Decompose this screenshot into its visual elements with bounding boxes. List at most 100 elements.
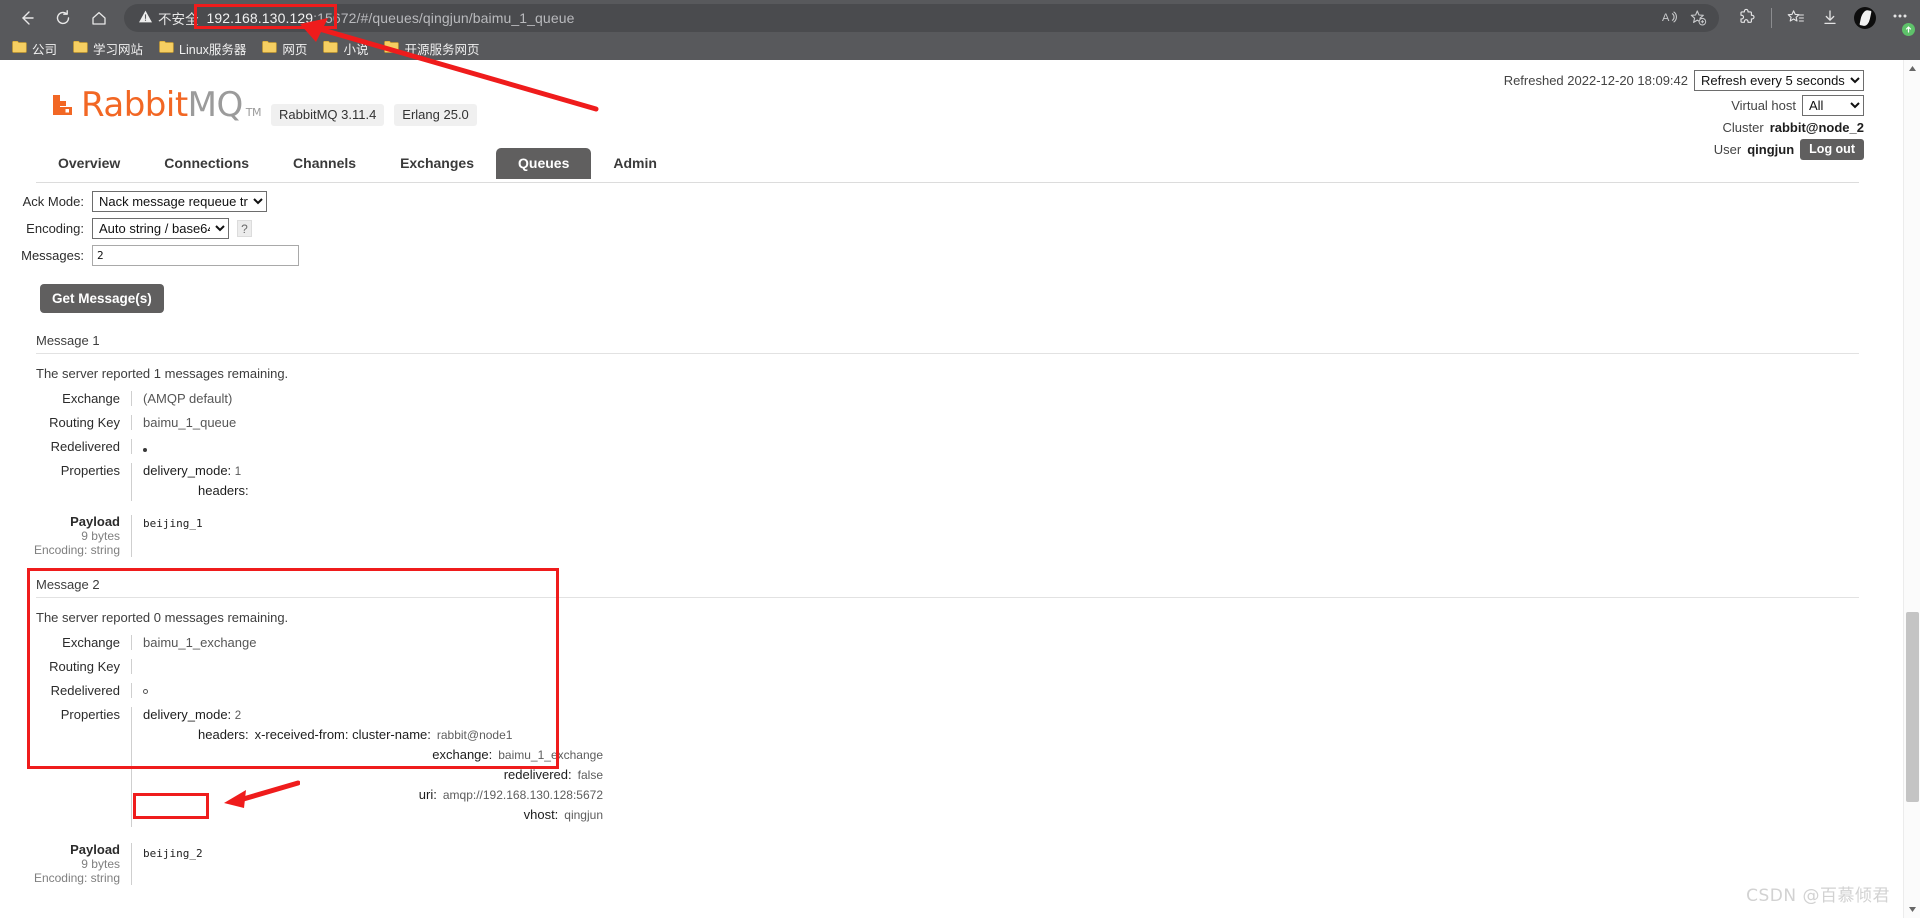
message-2-title: Message 2 — [36, 577, 100, 592]
vhost-select[interactable]: All — [1802, 95, 1864, 116]
bookmark-item[interactable]: 开源服务网页 — [384, 39, 479, 58]
messages-count-input[interactable] — [92, 245, 299, 266]
folder-icon — [384, 40, 400, 56]
table-row: Routing Key — [0, 659, 1885, 674]
routing-key-key: Routing Key — [49, 659, 120, 674]
scroll-up-button[interactable] — [1904, 60, 1920, 77]
browser-toolbar-actions — [1727, 6, 1915, 36]
read-aloud-icon[interactable]: A — [1661, 9, 1679, 27]
properties-key: Properties — [60, 463, 120, 478]
header-value: false — [577, 768, 603, 782]
bookmark-item[interactable]: 学习网站 — [73, 39, 143, 58]
refreshed-label: Refreshed 2022-12-20 18:09:42 — [1503, 73, 1688, 88]
message-1-payload: Payload 9 bytes Encoding: string beijing… — [0, 515, 1885, 557]
logo-tm-text: TM — [245, 106, 262, 119]
user-label: User — [1713, 142, 1742, 157]
exchange-key: Exchange — [62, 635, 120, 650]
delivery-mode-value: 1 — [234, 466, 242, 478]
home-button[interactable] — [82, 3, 116, 33]
reload-button[interactable] — [46, 3, 80, 33]
messages-count-row: Messages: — [0, 245, 1885, 266]
ack-mode-select[interactable]: Nack message requeue true — [92, 191, 267, 212]
app-logo-block: Rabbit MQ TM RabbitMQ 3.11.4 Erlang 25.0 — [53, 88, 477, 130]
bookmark-item[interactable]: 网页 — [262, 39, 307, 58]
headers-block: headers: x-received-from: cluster-name: … — [143, 727, 1885, 823]
rabbitmq-mark-icon — [53, 88, 79, 122]
payload-size: 9 bytes — [81, 857, 120, 871]
back-button[interactable] — [10, 3, 44, 33]
ack-mode-label: Ack Mode: — [22, 194, 84, 209]
tab-queues[interactable]: Queues — [496, 148, 592, 179]
back-arrow-icon — [18, 9, 36, 27]
message-block-1: Message 1 The server reported 1 messages… — [0, 333, 1885, 557]
extensions-puzzle-icon[interactable] — [1737, 8, 1757, 28]
page-scrollbar[interactable] — [1903, 60, 1920, 918]
rabbitmq-logo[interactable]: Rabbit MQ TM — [53, 88, 261, 130]
message-2-divider — [36, 597, 1859, 598]
tab-admin[interactable]: Admin — [591, 148, 679, 179]
downloads-icon[interactable] — [1820, 8, 1840, 28]
security-label: 不安全 — [158, 12, 199, 27]
home-icon — [90, 9, 108, 27]
add-favorite-star-icon[interactable] — [1689, 9, 1707, 27]
url-text[interactable]: 192.168.130.129:15672/#/queues/qingjun/b… — [207, 10, 575, 26]
folder-icon — [262, 40, 278, 56]
logout-button[interactable]: Log out — [1800, 139, 1864, 160]
payload-label: Payload — [70, 514, 120, 529]
redelivered-value — [131, 683, 1885, 698]
delivery-mode-label: delivery_mode: — [143, 463, 232, 478]
table-row: Exchange baimu_1_exchange — [0, 635, 1885, 650]
table-row: Properties delivery_mode: 1 headers: — [0, 463, 1885, 501]
messages-label: Messages: — [21, 248, 84, 263]
vhost-label: Virtual host — [1731, 98, 1796, 113]
tab-connections[interactable]: Connections — [142, 148, 271, 179]
payload-value: beijing_2 — [131, 843, 203, 885]
payload-encoding: Encoding: string — [33, 543, 120, 557]
svg-text:A: A — [1662, 12, 1670, 24]
header-value: baimu_1_exchange — [498, 748, 603, 762]
tab-exchanges[interactable]: Exchanges — [378, 148, 496, 179]
get-messages-button[interactable]: Get Message(s) — [40, 284, 164, 313]
header-key: vhost: — [523, 807, 559, 822]
payload-value: beijing_1 — [131, 515, 203, 557]
tab-overview[interactable]: Overview — [36, 148, 142, 179]
profile-avatar-icon[interactable] — [1854, 7, 1876, 29]
get-messages-form: Ack Mode: Nack message requeue true Enco… — [0, 191, 1885, 313]
table-row: Exchange (AMQP default) — [0, 391, 1885, 406]
header-value: rabbit@node1 — [436, 728, 513, 742]
header-status-panel: Refreshed 2022-12-20 18:09:42 Refresh ev… — [1504, 70, 1864, 164]
more-settings-button[interactable] — [1890, 6, 1915, 36]
user-row: User qingjun Log out — [1504, 139, 1864, 160]
folder-icon — [73, 40, 88, 56]
security-indicator[interactable]: 不安全 — [138, 8, 199, 28]
folder-icon — [323, 40, 339, 56]
header-key: uri: — [418, 787, 437, 802]
main-navigation-tabs: Overview Connections Channels Exchanges … — [36, 148, 679, 179]
encoding-help-icon[interactable]: ? — [237, 220, 252, 237]
watermark: CSDN @百慕倾君 — [1746, 886, 1890, 906]
warning-triangle-icon — [138, 9, 153, 27]
user-value: qingjun — [1747, 142, 1795, 157]
bookmark-item[interactable]: 公司 — [12, 39, 57, 58]
cluster-row: Cluster rabbit@node_2 — [1504, 120, 1865, 135]
page-content: Ack Mode: Nack message requeue true Enco… — [0, 182, 1885, 918]
toolbar-separator — [1771, 8, 1772, 28]
scrollbar-thumb[interactable] — [1906, 612, 1919, 802]
headers-row: headers: x-received-from: cluster-name: … — [198, 727, 1885, 743]
refresh-interval-select[interactable]: Refresh every 5 seconds — [1694, 70, 1864, 91]
rabbitmq-version-chip: RabbitMQ 3.11.4 — [270, 104, 385, 126]
payload-label: Payload — [70, 842, 120, 857]
bookmark-label: 网页 — [282, 42, 308, 57]
headers-line: headers: — [143, 483, 1885, 498]
message-1-title: Message 1 — [36, 333, 100, 348]
collections-star-icon[interactable] — [1786, 8, 1806, 28]
tab-channels[interactable]: Channels — [271, 148, 378, 179]
exchange-key: Exchange — [62, 391, 120, 406]
address-bar[interactable]: 不安全 192.168.130.129:15672/#/queues/qingj… — [124, 4, 1719, 32]
scroll-down-button[interactable] — [1904, 901, 1920, 918]
encoding-select[interactable]: Auto string / base64 — [92, 218, 229, 239]
encoding-row: Encoding: Auto string / base64 ? — [0, 218, 1885, 239]
header-key: redelivered: — [503, 767, 572, 782]
bookmark-item[interactable]: Linux服务器 — [159, 39, 246, 58]
bookmark-item[interactable]: 小说 — [323, 39, 368, 58]
